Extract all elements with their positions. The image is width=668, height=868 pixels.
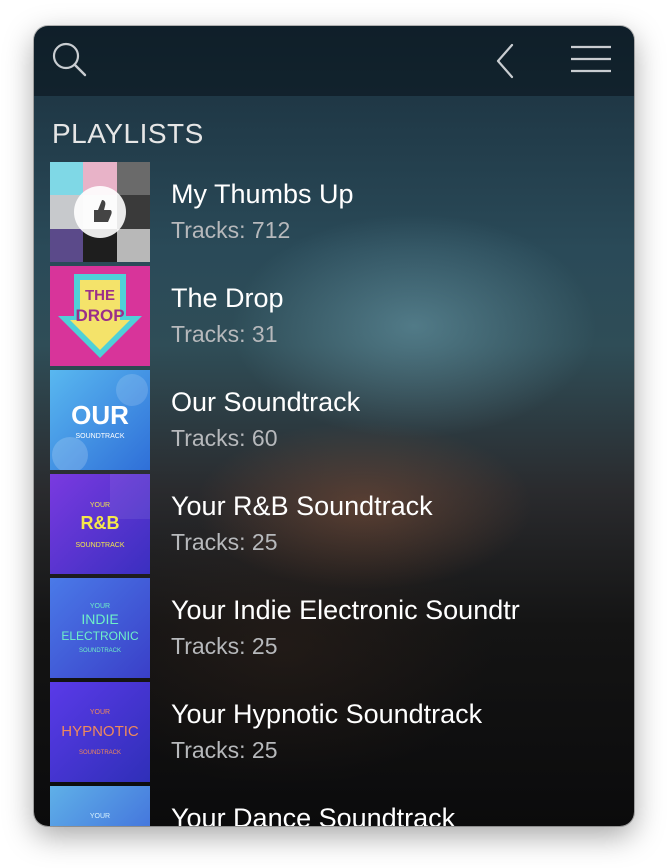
art-text: HYPNOTIC xyxy=(61,723,139,740)
playlist-track-count: Tracks: 25 xyxy=(171,529,278,555)
playlist-title: Your R&B Soundtrack xyxy=(171,491,433,521)
chevron-left-icon xyxy=(496,43,514,79)
art-text: OUR xyxy=(71,400,129,430)
playlist-item[interactable]: THE DROP The Drop Tracks: 31 xyxy=(50,266,634,366)
playlist-title: My Thumbs Up xyxy=(171,179,354,209)
playlist-title: The Drop xyxy=(171,283,284,313)
playlist-title: Your Dance Soundtrack xyxy=(171,803,456,826)
art-text: YOUR xyxy=(90,813,110,820)
art-text: ELECTRONIC xyxy=(61,629,139,643)
playlist-item[interactable]: My Thumbs Up Tracks: 712 xyxy=(50,162,634,262)
art-text: YOUR xyxy=(90,502,110,509)
art-text: SOUNDTRACK xyxy=(75,433,124,440)
rnb-soundtrack-art: YOUR R&B SOUNDTRACK xyxy=(50,474,150,574)
art-text: DROP xyxy=(75,306,124,325)
playlist-item[interactable]: YOUR Your Dance Soundtrack xyxy=(50,786,634,826)
playlist-track-count: Tracks: 712 xyxy=(171,217,291,243)
playlist-title: Your Indie Electronic Soundtr xyxy=(171,595,520,625)
playlist-list: My Thumbs Up Tracks: 712 THE DROP The Dr… xyxy=(50,162,634,826)
art-text: YOUR xyxy=(90,603,110,610)
search-button[interactable] xyxy=(50,40,90,80)
dance-soundtrack-art: YOUR xyxy=(50,786,150,826)
menu-button[interactable] xyxy=(570,44,612,76)
app-window: PLAYLISTS My Thumbs Up Tracks: 712 THE D… xyxy=(34,26,634,826)
playlist-track-count: Tracks: 25 xyxy=(171,737,278,763)
playlist-title: Our Soundtrack xyxy=(171,387,361,417)
playlist-item[interactable]: YOUR R&B SOUNDTRACK Your R&B Soundtrack … xyxy=(50,474,634,574)
hamburger-menu-icon xyxy=(571,45,611,73)
art-text: THE xyxy=(85,287,115,304)
art-text: SOUNDTRACK xyxy=(75,542,124,549)
thumbs-up-collage-art xyxy=(50,162,150,262)
playlist-title: Your Hypnotic Soundtrack xyxy=(171,699,483,729)
search-icon xyxy=(52,42,87,77)
our-soundtrack-art: OUR SOUNDTRACK xyxy=(50,370,150,470)
playlist-track-count: Tracks: 31 xyxy=(171,321,278,347)
back-button[interactable] xyxy=(490,42,520,80)
playlist-item[interactable]: YOUR HYPNOTIC SOUNDTRACK Your Hypnotic S… xyxy=(50,682,634,782)
the-drop-art: THE DROP xyxy=(50,266,150,366)
playlist-track-count: Tracks: 60 xyxy=(171,425,278,451)
art-text: R&B xyxy=(81,513,120,533)
art-text: SOUNDTRACK xyxy=(79,750,121,756)
playlist-item[interactable]: YOUR INDIE ELECTRONIC SOUNDTRACK Your In… xyxy=(50,578,634,678)
art-text: SOUNDTRACK xyxy=(79,648,121,654)
art-text: YOUR xyxy=(90,709,110,716)
top-toolbar xyxy=(34,26,634,96)
playlist-item[interactable]: OUR SOUNDTRACK Our Soundtrack Tracks: 60 xyxy=(50,370,634,470)
art-text: INDIE xyxy=(81,611,118,627)
playlist-track-count: Tracks: 25 xyxy=(171,633,278,659)
section-title: PLAYLISTS xyxy=(52,118,204,149)
hypnotic-soundtrack-art: YOUR HYPNOTIC SOUNDTRACK xyxy=(50,682,150,782)
indie-electronic-art: YOUR INDIE ELECTRONIC SOUNDTRACK xyxy=(50,578,150,678)
